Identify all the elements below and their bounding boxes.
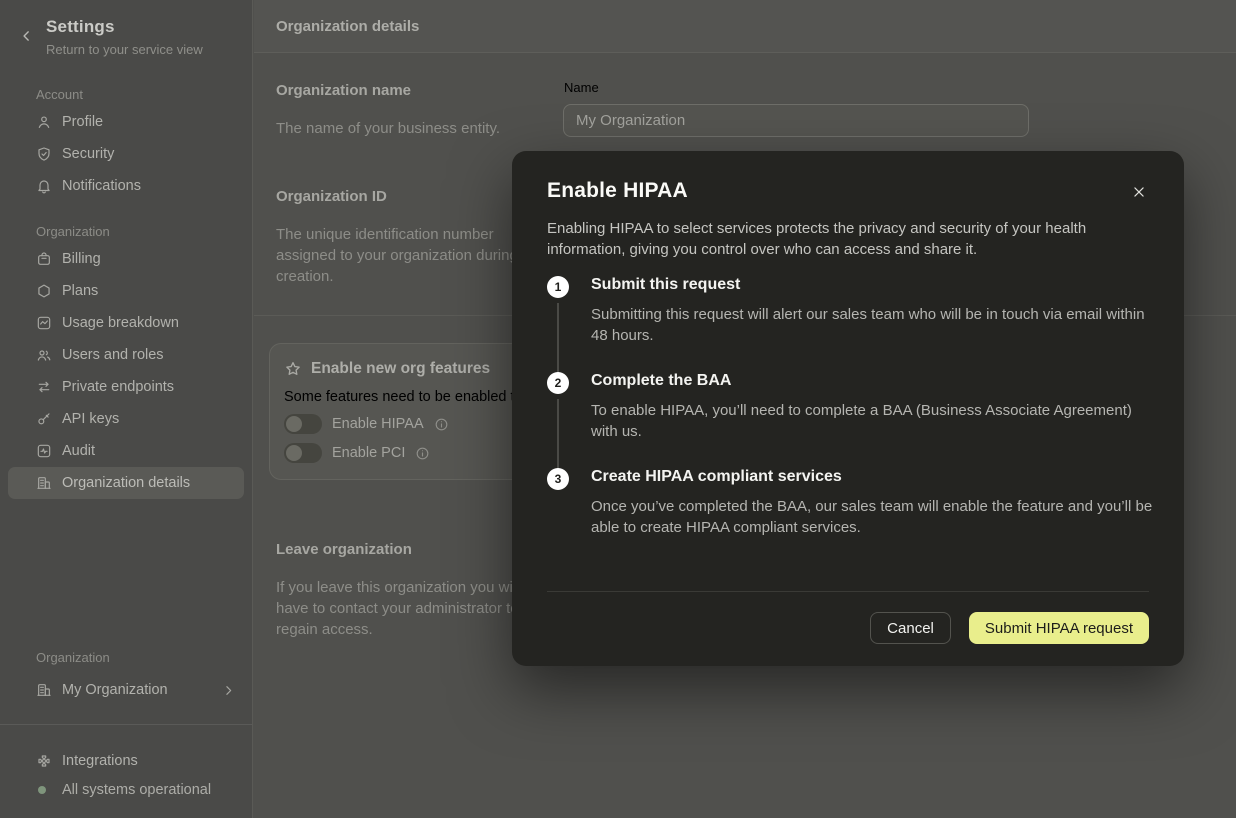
toggle-knob <box>286 416 302 432</box>
sidebar-item-integrations[interactable]: Integrations <box>8 745 244 777</box>
endpoints-icon <box>36 379 52 395</box>
sidebar-item-label: API keys <box>62 411 119 427</box>
modal-footer: Cancel Submit HIPAA request <box>870 612 1149 644</box>
sidebar-item-label: Private endpoints <box>62 379 174 395</box>
step-number-badge: 3 <box>547 468 569 490</box>
sidebar-item-usage-breakdown[interactable]: Usage breakdown <box>8 307 244 339</box>
system-status[interactable]: All systems operational <box>8 775 244 805</box>
sidebar-item-label: Security <box>62 146 114 162</box>
enable-pci-toggle[interactable] <box>284 443 322 463</box>
sidebar-item-label: Usage breakdown <box>62 315 179 331</box>
sidebar-item-label: Users and roles <box>62 347 164 363</box>
building-icon <box>36 682 52 698</box>
users-icon <box>36 347 52 363</box>
main-header: Organization details <box>254 0 1236 53</box>
sidebar-item-label: Plans <box>62 283 98 299</box>
key-icon <box>36 411 52 427</box>
integrations-label: Integrations <box>62 753 138 769</box>
status-label: All systems operational <box>62 782 211 798</box>
plans-icon <box>36 283 52 299</box>
audit-icon <box>36 443 52 459</box>
modal-title: Enable HIPAA <box>547 179 1148 203</box>
submit-hipaa-request-button[interactable]: Submit HIPAA request <box>969 612 1149 644</box>
step-description: Once you’ve completed the BAA, our sales… <box>591 496 1156 538</box>
back-button[interactable] <box>20 28 36 44</box>
section-label-organization-footer: Organization <box>36 650 110 665</box>
step-number-badge: 1 <box>547 276 569 298</box>
org-name-description: The name of your business entity. <box>276 118 546 139</box>
sidebar-item-label: Profile <box>62 114 103 130</box>
sidebar-item-organization-details[interactable]: Organization details <box>8 467 244 499</box>
sidebar-item-audit[interactable]: Audit <box>8 435 244 467</box>
name-field-label: Name <box>564 80 599 95</box>
features-card-title: Enable new org features <box>311 360 490 378</box>
sidebar-item-api-keys[interactable]: API keys <box>8 403 244 435</box>
org-name-heading: Organization name <box>276 82 411 99</box>
org-switcher[interactable]: My Organization <box>8 674 235 706</box>
close-icon <box>1132 185 1146 199</box>
sidebar-item-notifications[interactable]: Notifications <box>8 170 244 202</box>
sidebar-item-private-endpoints[interactable]: Private endpoints <box>8 371 244 403</box>
toggle-knob <box>286 445 302 461</box>
step-create-services: 3 Create HIPAA compliant services Once y… <box>547 468 1148 564</box>
sidebar-item-billing[interactable]: Billing <box>8 243 244 275</box>
settings-title: Settings <box>46 17 252 37</box>
bell-icon <box>36 178 52 194</box>
usage-icon <box>36 315 52 331</box>
modal-footer-divider <box>547 591 1149 592</box>
step-title: Create HIPAA compliant services <box>591 468 1148 486</box>
sidebar-header: Settings Return to your service view <box>0 0 252 57</box>
org-switcher-label: My Organization <box>62 682 222 698</box>
shield-icon <box>36 146 52 162</box>
step-description: To enable HIPAA, you’ll need to complete… <box>591 400 1156 442</box>
modal-close-button[interactable] <box>1128 181 1150 203</box>
star-icon <box>284 360 302 378</box>
enable-pci-label: Enable PCI <box>332 445 405 461</box>
chevron-right-icon <box>222 684 235 697</box>
sidebar-item-label: Notifications <box>62 178 141 194</box>
step-complete-baa: 2 Complete the BAA To enable HIPAA, you’… <box>547 372 1148 468</box>
step-title: Submit this request <box>591 276 1148 294</box>
info-icon[interactable] <box>415 446 430 461</box>
leave-org-description: If you leave this organization you will … <box>276 577 538 640</box>
sidebar-item-label: Billing <box>62 251 101 267</box>
info-icon[interactable] <box>434 417 449 432</box>
step-number-badge: 2 <box>547 372 569 394</box>
sidebar-item-security[interactable]: Security <box>8 138 244 170</box>
step-title: Complete the BAA <box>591 372 1148 390</box>
org-name-input[interactable] <box>563 104 1029 137</box>
puzzle-icon <box>36 753 52 769</box>
chevron-left-icon <box>20 29 34 43</box>
settings-subtitle: Return to your service view <box>46 42 252 57</box>
enable-hipaa-toggle[interactable] <box>284 414 322 434</box>
leave-org-heading: Leave organization <box>276 541 412 558</box>
modal-description: Enabling HIPAA to select services protec… <box>547 218 1147 260</box>
page-title: Organization details <box>276 18 419 35</box>
org-id-heading: Organization ID <box>276 188 387 205</box>
enable-hipaa-modal: Enable HIPAA Enabling HIPAA to select se… <box>512 151 1184 666</box>
sidebar-footer: Organization My Organization Integration… <box>0 640 252 818</box>
step-description: Submitting this request will alert our s… <box>591 304 1156 346</box>
sidebar-item-users-and-roles[interactable]: Users and roles <box>8 339 244 371</box>
sidebar-footer-divider <box>0 724 252 725</box>
sidebar: Settings Return to your service view Acc… <box>0 0 253 818</box>
cancel-button[interactable]: Cancel <box>870 612 951 644</box>
billing-icon <box>36 251 52 267</box>
sidebar-item-label: Organization details <box>62 475 190 491</box>
sidebar-item-plans[interactable]: Plans <box>8 275 244 307</box>
sidebar-item-profile[interactable]: Profile <box>8 106 244 138</box>
section-label-account: Account <box>36 87 252 102</box>
org-id-description: The unique identification number assigne… <box>276 224 534 287</box>
sidebar-item-label: Audit <box>62 443 95 459</box>
section-label-organization: Organization <box>36 224 252 239</box>
hipaa-steps: 1 Submit this request Submitting this re… <box>547 276 1148 564</box>
status-dot-icon <box>38 786 46 794</box>
enable-hipaa-label: Enable HIPAA <box>332 416 424 432</box>
building-icon <box>36 475 52 491</box>
user-icon <box>36 114 52 130</box>
step-submit-request: 1 Submit this request Submitting this re… <box>547 276 1148 372</box>
